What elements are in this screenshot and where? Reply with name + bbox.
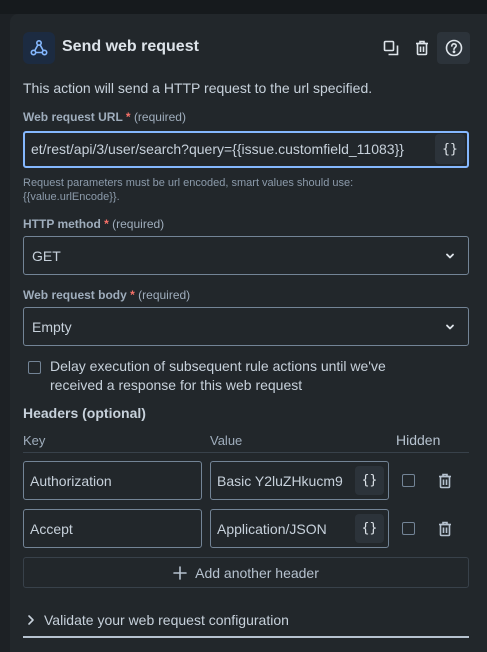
validate-label: Validate your web request configuration [44,612,289,628]
body-select[interactable]: Empty [23,307,469,346]
chevron-right-icon [28,615,34,625]
url-label: Web request URL * (required) [23,110,186,124]
copy-icon [383,40,399,56]
delay-label-line: received a response for this web request [50,377,303,393]
method-label: HTTP method * (required) [23,217,164,231]
delay-label-line: Delay execution of subsequent rule actio… [50,358,386,374]
required-asterisk: * [125,110,131,124]
plus-icon [173,565,187,580]
header-key-input[interactable]: Accept [23,509,202,548]
headers-divider [23,452,469,453]
required-text: (required) [138,288,191,302]
headers-col-key: Key [23,433,46,448]
url-helper-text: Request parameters must be url encoded, … [23,176,463,204]
method-select[interactable]: GET [23,236,469,275]
required-asterisk: * [130,288,135,302]
url-input[interactable]: et/rest/api/3/user/search?query={{issue.… [23,131,469,168]
webhook-icon [23,32,55,64]
validate-toggle[interactable]: Validate your web request configuration [26,612,289,628]
header-value-value: Application/JSON [217,521,327,537]
body-value: Empty [32,319,72,335]
method-label-text: HTTP method [23,217,101,231]
validate-underline [23,636,469,638]
header-value-value: Basic Y2luZHkucm9 [217,473,343,489]
header-key-value: Accept [30,521,73,537]
copy-button[interactable] [376,33,406,63]
header-hidden-checkbox[interactable] [402,474,415,487]
chevron-down-icon [446,253,454,259]
header-smart-value-button[interactable]: {} [355,466,384,495]
header-key-input[interactable]: Authorization [23,461,202,500]
body-label: Web request body * (required) [23,288,190,302]
add-header-button[interactable]: Add another header [23,557,469,588]
top-strip [0,0,487,14]
action-description: This action will send a HTTP request to … [23,80,373,96]
page-title: Send web request [62,38,199,55]
header-hidden-checkbox[interactable] [402,522,415,535]
url-helper-line: {{value.urlEncode}}. [23,191,120,203]
help-icon [445,39,462,57]
delay-checkbox-label: Delay execution of subsequent rule actio… [50,357,450,395]
add-header-label: Add another header [195,564,319,581]
header-key-value: Authorization [30,473,112,489]
trash-icon[interactable] [438,521,452,537]
url-helper-line: Request parameters must be url encoded, … [23,177,354,189]
required-text: (required) [133,110,186,124]
required-asterisk: * [104,217,109,231]
url-label-text: Web request URL [23,110,123,124]
header-smart-value-button[interactable]: {} [355,514,384,543]
chevron-down-icon [446,324,454,330]
required-text: (required) [112,217,165,231]
url-value: et/rest/api/3/user/search?query={{issue.… [31,141,404,157]
url-smart-value-button[interactable]: {} [435,134,465,164]
headers-section-title: Headers (optional) [23,405,146,421]
method-value: GET [32,248,61,264]
trash-icon [416,40,428,56]
body-label-text: Web request body [23,288,127,302]
trash-icon[interactable] [438,473,452,489]
headers-col-hidden: Hidden [396,432,441,448]
help-button[interactable] [437,32,470,64]
delete-button[interactable] [407,33,437,63]
delay-checkbox[interactable] [28,361,41,374]
headers-col-value: Value [210,433,243,448]
